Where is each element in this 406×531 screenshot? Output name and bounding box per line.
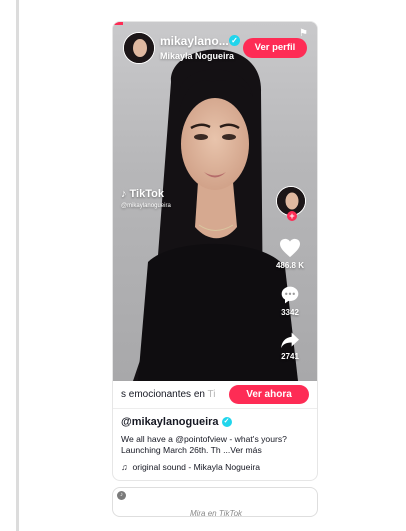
cta-text: s emocionantes en Ti <box>121 389 216 400</box>
share-count: 2741 <box>281 352 299 361</box>
caption-user-row: @mikaylanogueira ✓ <box>121 416 309 428</box>
flag-icon[interactable]: ⚑ <box>299 28 308 39</box>
caption-section: @mikaylanogueira ✓ We all have a @pointo… <box>113 410 317 478</box>
comment-icon <box>281 286 299 304</box>
share-arrow-icon <box>281 332 299 349</box>
progress-indicator <box>113 22 123 25</box>
like-action[interactable]: 486.8 K <box>270 238 310 270</box>
tiktok-logo-text: TikTok <box>129 188 164 200</box>
view-profile-button[interactable]: Ver perfil <box>243 38 307 58</box>
creator-avatar[interactable] <box>123 32 155 64</box>
video-player[interactable]: mikaylano... ✓ Mikayla Nogueira Ver perf… <box>113 22 317 381</box>
watch-on-tiktok-label: Mira en TikTok <box>189 509 243 518</box>
watch-on-tiktok-box[interactable]: ♪ Mira en TikTok <box>112 487 318 518</box>
cta-text-main: s emocionantes en <box>121 389 208 400</box>
sound-title: original sound - Mikayla Nogueira <box>132 462 260 472</box>
comment-count: 3342 <box>281 308 299 317</box>
creator-full-name: Mikayla Nogueira <box>160 51 235 61</box>
caption-username[interactable]: @mikaylanogueira <box>121 416 219 428</box>
tiktok-logo-icon: ♪ <box>121 187 127 200</box>
music-note-icon: ♫ <box>121 462 128 472</box>
heart-icon <box>280 238 300 258</box>
left-border-rule <box>16 0 19 531</box>
like-count: 486.8 K <box>275 261 305 270</box>
tiktok-watermark: ♪ TikTok @mikaylanogueira <box>121 188 171 209</box>
watch-now-button[interactable]: Ver ahora <box>229 385 309 404</box>
sound-row[interactable]: ♫ original sound - Mikayla Nogueira <box>121 462 309 472</box>
watermark-handle: @mikaylanogueira <box>121 203 171 209</box>
tiktok-embed-card: mikaylano... ✓ Mikayla Nogueira Ver perf… <box>112 21 318 481</box>
caption-verified-icon: ✓ <box>221 417 232 427</box>
cta-bar: s emocionantes en Ti Ver ahora <box>113 381 317 409</box>
creator-username[interactable]: mikaylano... <box>160 34 229 48</box>
follow-plus-icon[interactable]: + <box>287 211 297 221</box>
comment-action[interactable]: 3342 <box>270 285 310 317</box>
page: mikaylano... ✓ Mikayla Nogueira Ver perf… <box>0 0 406 531</box>
share-action[interactable]: 2741 <box>270 331 310 361</box>
verified-badge-icon: ✓ <box>229 35 240 46</box>
cta-text-faded: Ti <box>207 389 216 400</box>
caption-text[interactable]: We all have a @pointofview - what's your… <box>121 434 309 456</box>
tiktok-small-icon: ♪ <box>117 491 126 500</box>
